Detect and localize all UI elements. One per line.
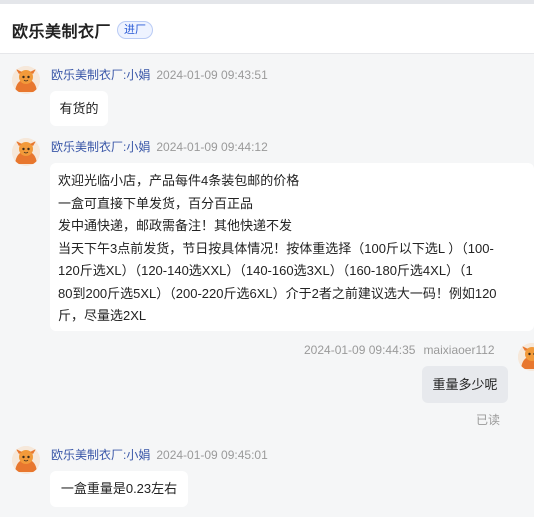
buyer-avatar-icon[interactable] <box>518 343 534 371</box>
seller-avatar-icon[interactable] <box>12 66 40 94</box>
message-text: 重量多少呢 <box>432 377 498 392</box>
message-line: 欢迎光临小店，产品每件4条装包邮的价格 <box>58 173 300 188</box>
sender-name[interactable]: 欧乐美制衣厂:小娟 <box>51 140 150 154</box>
message-time: 2024-01-09 09:43:51 <box>156 68 268 82</box>
message-line: 斤，尽量选2XL <box>58 308 147 323</box>
seller-avatar-icon[interactable] <box>12 138 40 166</box>
read-status: 已读 <box>476 413 501 427</box>
seller-avatar-icon[interactable] <box>12 446 40 474</box>
message-bubble[interactable]: 欢迎光临小店，产品每件4条装包邮的价格 一盒可直接下单发货，百分百正品 发中通快… <box>50 163 534 331</box>
sender-name[interactable]: 欧乐美制衣厂:小娟 <box>51 68 150 82</box>
message-text: 有货的 <box>59 101 99 116</box>
message-time: 2024-01-09 09:44:12 <box>156 140 268 154</box>
message-line: 当天下午3点前发货，节日按具体情况！按体重选择（100斤以下选L ）（100- <box>58 240 494 256</box>
sender-name[interactable]: maixiaoer112 <box>423 343 494 357</box>
message-meta: 欧乐美制衣厂:小娟 2024-01-09 09:43:51 <box>51 66 268 83</box>
shop-name[interactable]: 欧乐美制衣厂 <box>12 18 111 42</box>
message-line: 80到200斤选5XL）（200-220斤选6XL）介于2者之前建议选大一码！例… <box>58 285 497 301</box>
message-time: 2024-01-09 09:44:35 <box>304 343 416 357</box>
message-line: 120斤选XL）（120-140选XXL）（140-160选3XL）（160-1… <box>58 263 473 278</box>
chat-header: 欧乐美制衣厂 进厂 <box>0 4 534 54</box>
message-meta: 欧乐美制衣厂:小娟 2024-01-09 09:44:12 <box>51 138 268 155</box>
sender-name[interactable]: 欧乐美制衣厂:小娟 <box>51 448 150 462</box>
message-line: 一盒可直接下单发货，百分百正品 <box>58 195 254 211</box>
message-text: 一盒重量是0.23左右 <box>60 481 178 496</box>
self-message-meta: 2024-01-09 09:44:35 maixiaoer112 <box>304 343 495 357</box>
message-time: 2024-01-09 09:45:01 <box>156 448 268 462</box>
message-meta: 欧乐美制衣厂:小娟 2024-01-09 09:45:01 <box>51 446 268 463</box>
shop-badge[interactable]: 进厂 <box>117 21 153 39</box>
message-bubble[interactable]: 一盒重量是0.23左右 <box>50 471 188 507</box>
message-line: 发中通快递，邮政需备注！其他快递不发 <box>58 218 293 233</box>
self-message-bubble[interactable]: 重量多少呢 <box>422 366 508 403</box>
message-bubble[interactable]: 有货的 <box>50 91 108 126</box>
